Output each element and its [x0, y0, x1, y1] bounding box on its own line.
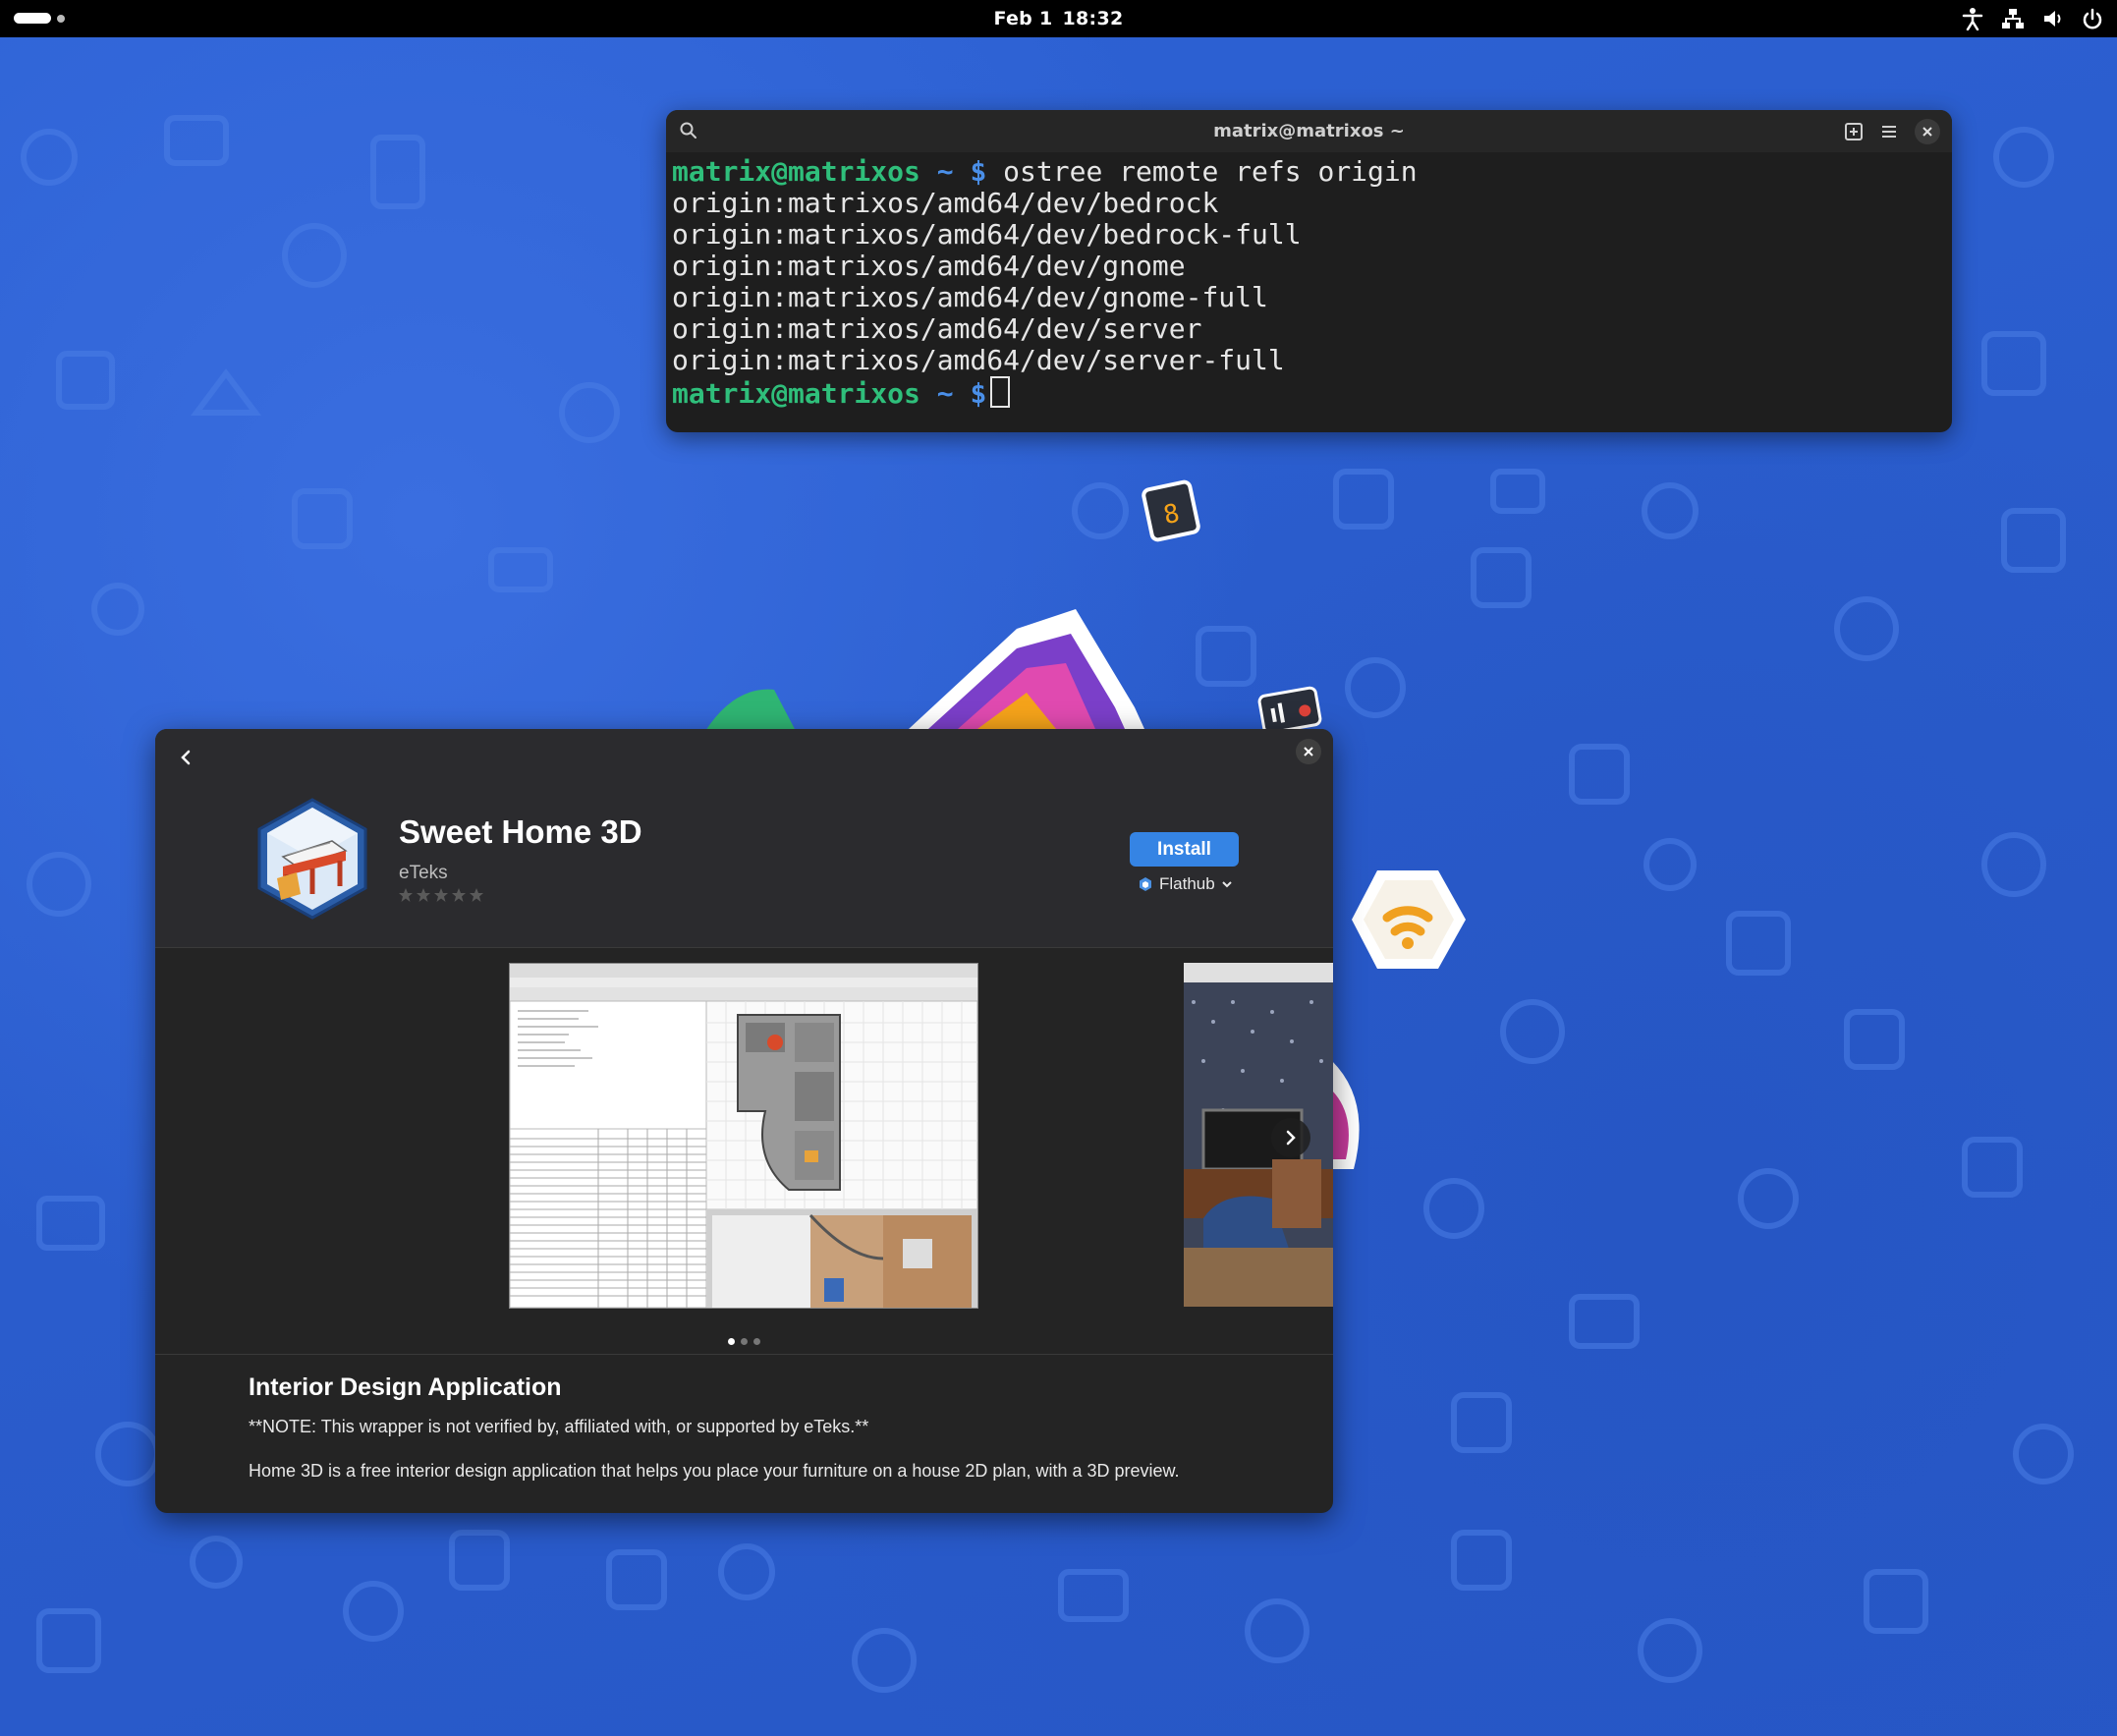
terminal-output-line: origin:matrixos/amd64/dev/gnome [672, 250, 1186, 282]
counter-sticker-icon: 8 [1142, 479, 1200, 542]
desktop-sticker-green [705, 686, 813, 735]
source-label: Flathub [1159, 874, 1215, 893]
partial-sticker-icon [1332, 1061, 1360, 1169]
desktop-sticker-artwork [899, 589, 1154, 733]
artwork-sticker-icon [909, 609, 1144, 729]
app-developer: eTeks [399, 863, 448, 883]
prompt-path: ~ $ [936, 377, 987, 410]
close-icon [1922, 127, 1932, 137]
terminal-close-button[interactable] [1915, 119, 1940, 144]
screenshot-pager[interactable] [155, 1338, 1333, 1345]
accessibility-icon[interactable] [1962, 7, 1983, 30]
sweet-home-3d-icon [257, 798, 367, 920]
back-button[interactable] [169, 741, 202, 774]
rss-sticker-icon [1352, 870, 1466, 969]
volume-icon[interactable] [2042, 8, 2064, 29]
recorder-sticker-icon [1257, 686, 1322, 735]
app-name: Sweet Home 3D [399, 813, 642, 850]
terminal-command: ostree remote refs origin [1003, 155, 1418, 188]
system-tray[interactable] [1962, 7, 2103, 30]
screenshot-3d-view[interactable] [1184, 963, 1333, 1307]
terminal-output[interactable]: matrix@matrixos ~ $ ostree remote refs o… [666, 152, 1952, 410]
terminal-output-line: origin:matrixos/amd64/dev/bedrock [672, 187, 1219, 219]
description-note: **NOTE: This wrapper is not verified by,… [249, 1417, 869, 1436]
close-icon [1304, 747, 1313, 756]
source-selector[interactable]: Flathub [1138, 874, 1233, 894]
pager-dot[interactable] [741, 1338, 748, 1345]
menu-icon[interactable] [1879, 122, 1899, 141]
terminal-command-line: matrix@matrixos ~ $ ostree remote refs o… [672, 156, 1952, 188]
description-body: Home 3D is a free interior design applic… [249, 1461, 1180, 1481]
power-icon[interactable] [2082, 8, 2103, 29]
description-divider [155, 1354, 1333, 1355]
desktop-sticker-rss [1348, 863, 1470, 980]
back-arrow-icon [181, 750, 191, 765]
desktop-sticker-partial [1332, 1061, 1371, 1173]
chevron-right-icon [1286, 1130, 1296, 1146]
3d-view-screenshot-image [1184, 963, 1333, 1307]
clock-time: 18:32 [1062, 8, 1124, 29]
rating-stars-icon [399, 888, 483, 902]
desktop-sticker-counter: 8 [1142, 479, 1204, 548]
terminal-title: matrix@matrixos ~ [1213, 121, 1405, 141]
screenshot-floorplan[interactable] [509, 963, 978, 1309]
terminal-output-line: origin:matrixos/amd64/dev/server [672, 312, 1202, 345]
terminal-prompt-line: matrix@matrixos ~ $ [672, 376, 1952, 410]
network-icon[interactable] [2001, 7, 2025, 30]
terminal-output-line: origin:matrixos/amd64/dev/server-full [672, 344, 1285, 376]
flathub-icon [1140, 877, 1151, 891]
clock-date: Feb 1 [993, 8, 1053, 29]
terminal-cursor [990, 376, 1011, 408]
prompt-user: matrix@matrixos [672, 377, 920, 410]
top-bar: Feb 1 18:32 [0, 0, 2117, 37]
chevron-down-icon [1221, 881, 1232, 888]
desktop-sticker-recorder [1257, 684, 1326, 735]
pager-dot[interactable] [728, 1338, 735, 1345]
screenshot-next-button[interactable] [1271, 1118, 1310, 1157]
clock[interactable]: Feb 1 18:32 [0, 0, 2117, 37]
store-close-button[interactable] [1296, 739, 1321, 764]
software-app-window[interactable]: Sweet Home 3D eTeks Install Flathub Inte… [155, 729, 1333, 1513]
app-icon [253, 796, 371, 925]
floorplan-screenshot-image [509, 964, 978, 1309]
prompt-user: matrix@matrixos [672, 155, 920, 188]
terminal-window[interactable]: matrix@matrixos ~ matrix@matrixos ~ $ os… [666, 110, 1952, 432]
terminal-output-line: origin:matrixos/amd64/dev/bedrock-full [672, 218, 1302, 251]
description-title: Interior Design Application [249, 1373, 562, 1401]
pager-dot[interactable] [753, 1338, 760, 1345]
prompt-path: ~ $ [936, 155, 987, 188]
install-button[interactable]: Install [1130, 832, 1239, 867]
terminal-output-line: origin:matrixos/amd64/dev/gnome-full [672, 281, 1268, 313]
terminal-header[interactable]: matrix@matrixos ~ [666, 110, 1952, 152]
new-tab-icon[interactable] [1844, 122, 1864, 141]
app-rating [398, 887, 486, 903]
green-sticker-icon [705, 689, 796, 731]
